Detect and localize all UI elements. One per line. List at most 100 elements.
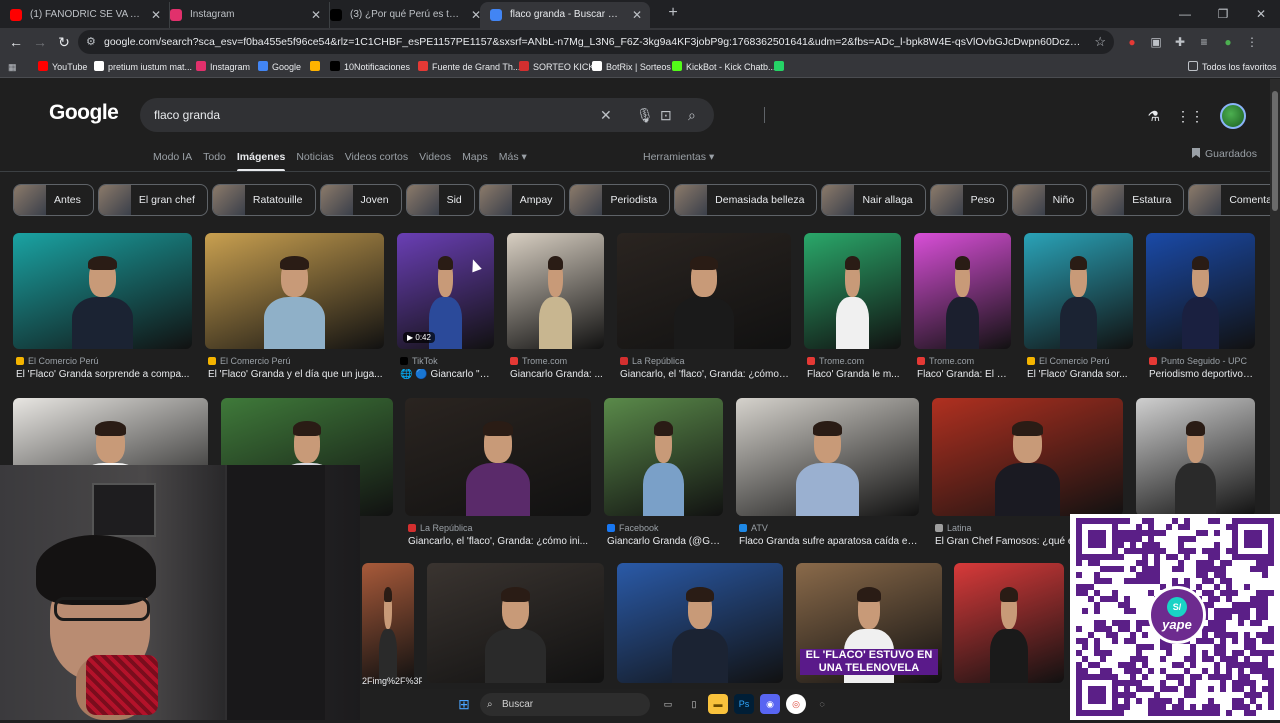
result-title[interactable]: Periodismo deportivo ... [1149,369,1254,380]
result-title[interactable]: Giancarlo Granda (@Gg... [607,536,722,547]
profile-avatar-icon[interactable]: ● [1220,32,1236,52]
result-source[interactable]: El Comercio Perú [1027,356,1110,366]
result-thumbnail[interactable]: ▶ 0:42 [397,233,494,349]
image-result[interactable]: Facebook Giancarlo Granda (@Gg... [604,398,723,556]
result-thumbnail[interactable] [362,563,414,683]
result-source[interactable]: Facebook [607,523,659,533]
result-thumbnail[interactable] [507,233,604,349]
related-chip[interactable]: Nair allaga [821,184,926,216]
result-thumbnail[interactable] [1024,233,1133,349]
related-chip[interactable]: Demasiada belleza [674,184,818,216]
result-source[interactable]: Latina [935,523,972,533]
browser-tab[interactable]: (1) FANODRIC SE VA A KICK 😱 ✕ [0,2,170,28]
image-result[interactable]: ATV Flaco Granda sufre aparatosa caída en… [736,398,919,556]
image-result[interactable]: El Comercio Perú El 'Flaco' Granda y el d… [205,233,384,389]
search-tab[interactable]: Modo IA [153,151,192,171]
result-thumbnail[interactable] [205,233,384,349]
reload-icon[interactable]: ↻ [54,32,74,52]
apps-grid-icon[interactable]: ▦ [8,56,17,78]
result-thumbnail[interactable] [736,398,919,516]
result-title[interactable]: Flaco' Granda: El s... [917,369,1010,380]
labs-flask-icon[interactable]: ⚗ [1147,108,1160,125]
site-info-icon[interactable]: ⚙ [86,30,96,54]
search-box[interactable]: flaco granda ✕ 🎙 ⊡ ⌕ [140,98,765,132]
result-thumbnail[interactable] [13,233,192,349]
result-thumbnail[interactable] [914,233,1011,349]
result-thumbnail[interactable] [804,233,901,349]
search-tab[interactable]: Imágenes [236,151,286,172]
lens-icon[interactable]: ⊡ [660,98,672,132]
puzzle-icon[interactable]: ✚ [1172,32,1188,52]
related-chip[interactable]: Niño [1011,184,1088,216]
result-thumbnail[interactable] [604,398,723,516]
taskbar-search[interactable]: ⌕ Buscar [480,693,650,716]
image-result[interactable]: ▶ 0:42 TikTok 🌐 🔵 Giancarlo "e... [397,233,494,389]
image-result[interactable]: Trome.com Giancarlo Granda: ... [507,233,604,389]
reading-list-icon[interactable]: ≡ [1196,32,1212,52]
close-window-icon[interactable]: ✕ [1242,0,1280,28]
result-title[interactable]: Giancarlo Granda: ... [510,369,603,380]
related-chip[interactable]: Periodista [569,184,671,216]
search-tab[interactable]: Más ▾ [499,151,527,171]
result-title[interactable]: 🌐 🔵 Giancarlo "e... [400,369,493,380]
bookmark-item[interactable]: SORTEO KICK [519,56,594,78]
search-tab[interactable]: Maps [462,151,488,171]
related-chip[interactable]: Peso [929,184,1008,216]
result-title[interactable]: El 'Flaco' Granda sorprende a compa... [16,369,191,380]
search-tab[interactable]: Videos cortos [345,151,408,171]
bookmark-item[interactable]: KickBot - Kick Chatb... [672,56,776,78]
new-tab-button[interactable]: + [660,0,686,26]
bookmark-item[interactable]: 10Notificaciones [330,56,410,78]
extension-red-icon[interactable]: ● [1124,32,1140,52]
bookmark-item[interactable] [310,56,324,78]
account-avatar[interactable] [1220,103,1246,129]
image-result[interactable]: La República Giancarlo, el 'flaco', Grand… [617,233,791,389]
result-title[interactable]: Giancarlo, el 'flaco', Granda: ¿cómo i..… [620,369,790,380]
image-result[interactable]: Punto Seguido - UPC Periodismo deportivo … [1146,233,1255,389]
image-result[interactable]: La República Giancarlo, el 'flaco', Grand… [405,398,591,556]
search-tab[interactable]: Videos [419,151,451,171]
bookmark-item[interactable]: Google [258,56,301,78]
result-thumbnail[interactable] [427,563,604,683]
result-source[interactable]: ATV [739,523,768,533]
extension-icon[interactable]: ▣ [1148,32,1164,52]
bookmark-item[interactable]: Instagram [196,56,250,78]
result-title[interactable]: El 'Flaco' Granda y el día que un juga..… [208,369,383,380]
result-thumbnail[interactable] [405,398,591,516]
restore-icon[interactable]: ❐ [1204,0,1242,28]
scrollbar-thumb[interactable] [1272,91,1278,211]
result-title[interactable]: 2Fimg%2F%3Fi... [362,676,422,686]
result-title[interactable]: Flaco' Granda le m... [807,369,900,380]
windows-start-icon[interactable]: ⊞ [454,694,474,714]
bookmark-star-icon[interactable]: ☆ [1094,30,1106,54]
related-chip[interactable]: Estatura [1091,184,1185,216]
browser-tab[interactable]: (3) ¿Por qué Perú es tendencia? ✕ [320,2,490,28]
result-source[interactable]: TikTok [400,356,438,366]
mic-icon[interactable]: 🎙 [636,98,654,132]
related-chip[interactable]: El gran chef [97,184,208,216]
google-apps-icon[interactable]: ⋮⋮ [1176,108,1204,125]
image-result[interactable]: El Comercio Perú El 'Flaco' Granda sor... [1024,233,1133,389]
result-thumbnail[interactable] [1136,398,1255,516]
result-source[interactable]: Trome.com [917,356,974,366]
result-title[interactable]: Flaco Granda sufre aparatosa caída en... [739,536,918,547]
saved-link[interactable]: Guardados [1192,148,1257,160]
result-source[interactable]: Punto Seguido - UPC [1149,356,1247,366]
bookmark-item[interactable]: pretium iustum mat... [94,56,192,78]
bookmark-item[interactable] [774,56,788,78]
related-chip[interactable]: Comentarista deport [1188,184,1270,216]
related-chip[interactable]: Joven [319,184,402,216]
image-result[interactable]: El Comercio Perú El 'Flaco' Granda sorpre… [13,233,192,389]
task-view-icon[interactable]: ▭ [658,694,678,714]
address-bar[interactable]: ⚙ google.com/search?sca_esv=f0ba455e5f96… [78,30,1114,54]
result-source[interactable]: La República [620,356,685,366]
bookmark-item[interactable]: BotRix | Sorteos [592,56,671,78]
image-result[interactable]: Trome.com Flaco' Granda: El s... [914,233,1011,389]
search-tab[interactable]: Todo [203,151,226,171]
chrome-icon[interactable]: ◎ [786,694,806,714]
search-query[interactable]: flaco granda [154,98,220,132]
related-chip[interactable]: Antes [13,184,94,216]
google-logo[interactable]: Google [49,101,119,125]
browser-tab[interactable]: flaco granda - Buscar con Google ✕ [480,2,650,28]
result-thumbnail[interactable]: EL 'FLACO' ESTUVO EN UNA TELENOVELA [796,563,942,683]
